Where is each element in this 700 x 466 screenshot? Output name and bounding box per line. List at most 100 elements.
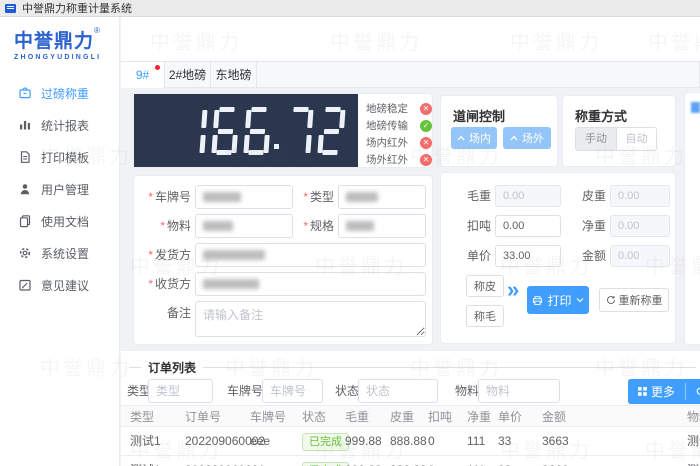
filter-type-input[interactable] [148, 379, 213, 403]
more-button-label: 更多 [651, 383, 675, 400]
brand-latin: ZHONGYUDINGLI [14, 54, 101, 61]
tab-alert-dot [155, 65, 160, 70]
amount-label: 金额 [572, 245, 606, 267]
col-header: 扣吨 [428, 406, 452, 428]
sidebar-item-users[interactable]: 用户管理 [18, 179, 119, 199]
sidebar-item-settings[interactable]: 系统设置 [18, 243, 119, 263]
filter-button-group: 更多 搜索 [628, 379, 700, 404]
orders-panel: 订单列表 类型 车牌号 状态 物料 更多 搜索 类型 订单号 车牌号 状态 [121, 351, 700, 466]
indicator-label: 地磅传输 [366, 118, 408, 133]
gross-label: 毛重 [457, 185, 491, 207]
cell-price: 33 [498, 427, 511, 456]
redacted-value [203, 221, 233, 231]
sidebar-item-docs[interactable]: 使用文档 [18, 211, 119, 231]
chevron-up-icon [510, 135, 518, 141]
mode-auto-option[interactable]: 自动 [616, 128, 656, 150]
col-header: 单价 [498, 406, 522, 428]
table-row[interactable]: 测试1 202209060001 eee 已完成 999.88 888.88 0… [121, 456, 700, 466]
tab-scale-9[interactable]: 9# [121, 62, 165, 88]
material-label: 物料 [134, 214, 191, 238]
scale-lcd [134, 94, 358, 167]
filter-status-label: 状态 [335, 379, 359, 403]
tab-scale-east[interactable]: 东地磅 [211, 62, 257, 88]
scale-tabbar: 9# 2#地磅 东地磅 [121, 61, 700, 88]
spec-label: 规格 [279, 214, 334, 238]
sidebar-item-label: 意见建议 [41, 277, 89, 294]
indicator-label: 场外红外 [366, 152, 408, 167]
filter-plate-input[interactable] [262, 379, 323, 403]
col-header: 物料 [687, 406, 700, 428]
cell-deduct: 0 [428, 427, 435, 456]
table-row[interactable]: 测试1 202209060002 eee 已完成 999.88 888.88 0… [121, 427, 700, 456]
indicator-scale-stable: 地磅稳定 [366, 100, 432, 117]
sender-input[interactable] [195, 243, 426, 267]
indicator-infrared-outside: 场外红外 [366, 151, 432, 168]
receiver-input[interactable] [195, 272, 426, 296]
sidebar-item-label: 使用文档 [41, 213, 89, 230]
net-input[interactable] [610, 215, 670, 237]
sidebar-item-feedback[interactable]: 意见建议 [18, 275, 119, 295]
type-input[interactable] [338, 185, 426, 209]
receiver-label: 收货方 [134, 272, 191, 296]
sidebar-item-print-templates[interactable]: 打印模板 [18, 147, 119, 167]
redacted-value [203, 250, 265, 260]
barrier-outside-button[interactable]: 场外 [503, 127, 551, 149]
status-badge: 已完成 [302, 433, 349, 451]
bar-chart-icon [18, 118, 32, 132]
type-label: 类型 [279, 185, 334, 209]
clipped-side-panel [684, 92, 700, 345]
indicator-scale-transfer: 地磅传输 [366, 117, 432, 134]
more-button[interactable]: 更多 [628, 379, 685, 404]
error-status-icon [420, 103, 432, 115]
title-bar: 中誉鼎力称重计量系统 [0, 0, 700, 17]
indicator-infrared-inside: 场内红外 [366, 134, 432, 151]
col-header: 净重 [467, 406, 491, 428]
barrier-inside-button[interactable]: 场内 [451, 127, 497, 149]
reweigh-button[interactable]: 重新称重 [599, 288, 669, 312]
print-button[interactable]: 打印 [527, 286, 589, 314]
barrier-inside-label: 场内 [469, 130, 491, 146]
weigh-gross-button[interactable]: 称毛 [466, 305, 504, 327]
amount-input[interactable] [610, 245, 670, 267]
tare-label: 皮重 [572, 185, 606, 207]
window-title: 中誉鼎力称重计量系统 [22, 0, 132, 16]
mode-manual-option[interactable]: 手动 [576, 128, 616, 150]
gross-input[interactable] [495, 185, 561, 207]
user-icon [18, 182, 32, 196]
clipped-link-fragment [691, 102, 700, 113]
sidebar-item-label: 打印模板 [41, 149, 89, 166]
remark-label: 备注 [134, 301, 191, 325]
sidebar-item-weighing[interactable]: 过磅称重 [18, 83, 119, 103]
chevron-down-icon [576, 297, 584, 303]
scale-icon [18, 86, 32, 100]
ok-status-icon [420, 120, 432, 132]
price-label: 单价 [457, 245, 491, 267]
deduct-input[interactable] [495, 215, 561, 237]
tab-label: 9# [136, 68, 149, 82]
sidebar-item-label: 过磅称重 [41, 85, 89, 102]
brand-logo: 中誉鼎力® ZHONGYUDINGLI [14, 26, 101, 61]
search-button[interactable]: 搜索 [686, 379, 700, 404]
tare-input[interactable] [610, 185, 670, 207]
weigh-tare-button[interactable]: 称皮 [466, 275, 504, 297]
weigh-form-card: 车牌号 类型 物料 规格 发货方 收货方 备注 [133, 175, 433, 345]
col-header: 金额 [542, 406, 566, 428]
price-input[interactable] [495, 245, 561, 267]
app-window: 中誉鼎力称重计量系统 中誉鼎力® ZHONGYUDINGLI 过磅称重 统计报表… [0, 0, 700, 466]
search-icon [696, 387, 700, 397]
sidebar-item-label: 用户管理 [41, 181, 89, 198]
remark-textarea[interactable] [195, 301, 426, 337]
col-header: 车牌号 [250, 406, 286, 428]
col-header: 毛重 [345, 406, 369, 428]
reweigh-button-label: 重新称重 [619, 292, 663, 308]
weigh-mode-card: 称重方式 手动 自动 [562, 95, 676, 167]
sidebar-item-label: 系统设置 [41, 245, 89, 262]
cell-tare: 888.88 [390, 427, 427, 456]
double-chevron-icon: » [507, 277, 519, 303]
filter-status-input[interactable] [358, 379, 438, 403]
filter-material-input[interactable] [478, 379, 560, 403]
spec-input[interactable] [338, 214, 426, 238]
tab-scale-2[interactable]: 2#地磅 [165, 62, 211, 88]
filter-material-label: 物料 [455, 379, 479, 403]
sidebar-item-reports[interactable]: 统计报表 [18, 115, 119, 135]
